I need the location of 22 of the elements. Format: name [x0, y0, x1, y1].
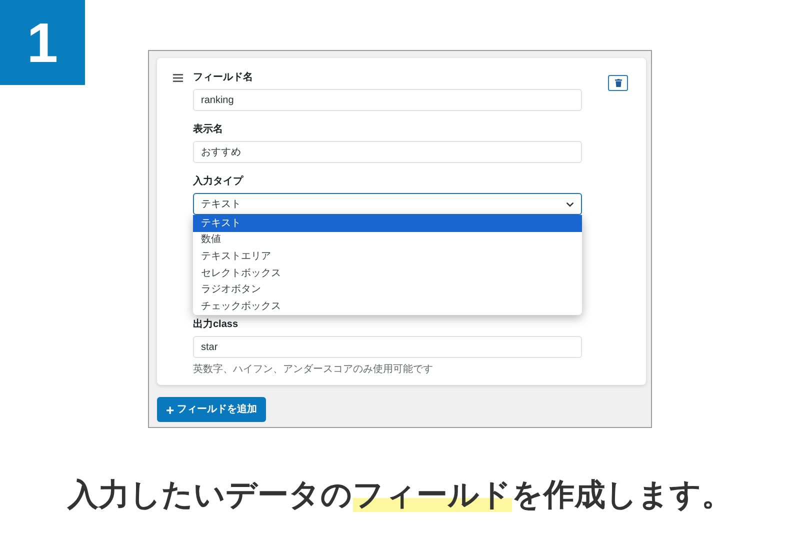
input-field[interactable]: star — [193, 336, 582, 358]
help-text: 英数字、ハイフン、アンダースコアのみ使用可能です — [193, 362, 434, 377]
drag-handle-icon[interactable] — [173, 74, 183, 82]
delete-button[interactable] — [608, 75, 628, 91]
caption: 入力したいデータのフィールド を作成します。 — [68, 476, 732, 514]
dropdown-option[interactable]: チェックボックス — [193, 298, 582, 315]
step-number: 1 — [0, 0, 85, 85]
trash-icon — [614, 79, 622, 87]
field-label: 出力class — [193, 319, 240, 331]
dropdown-option[interactable]: テキストエリア — [193, 248, 582, 265]
dropdown-option[interactable]: テキスト — [193, 215, 582, 232]
dropdown-option[interactable]: 数値 — [193, 232, 582, 248]
dropdown-option[interactable]: ラジオボタン — [193, 281, 582, 298]
input-field[interactable]: ranking — [193, 89, 582, 111]
dropdown-option[interactable]: セレクトボックス — [193, 264, 582, 282]
chevron-down-icon — [566, 202, 574, 206]
field-label: 入力タイプ — [193, 176, 244, 188]
field-label: フィールド名 — [193, 72, 254, 84]
input-field[interactable]: おすすめ — [193, 141, 582, 163]
field-label: 表示名 — [193, 124, 224, 136]
add-field-button[interactable]: + フィールドを追加 — [157, 397, 266, 422]
select-field[interactable]: テキスト — [193, 193, 582, 215]
